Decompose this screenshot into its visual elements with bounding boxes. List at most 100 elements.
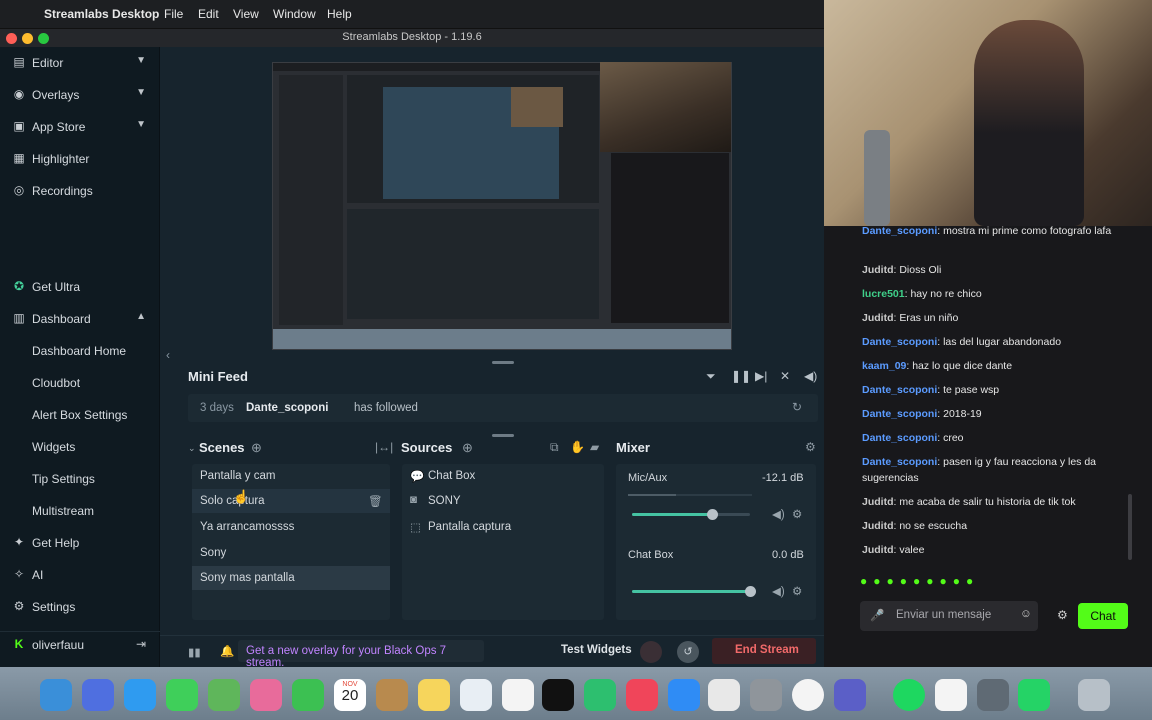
list-item[interactable]: Pantalla y cam	[192, 464, 390, 488]
scene-transition-icon[interactable]: |↔|	[375, 440, 393, 454]
chat-username[interactable]: Dante_scoponi	[862, 384, 937, 396]
add-scene-icon[interactable]: ⊕	[251, 440, 262, 456]
mic-icon[interactable]: 🎤	[870, 608, 884, 622]
chat-username[interactable]: Dante_scoponi	[862, 225, 937, 237]
sidebar-item-cloudbot[interactable]: Cloudbot	[0, 370, 160, 396]
emoji-icon[interactable]: ☺	[1020, 608, 1032, 620]
gear-icon[interactable]: ⚙	[792, 507, 802, 521]
teams-icon[interactable]	[834, 679, 866, 711]
resize-handle[interactable]	[492, 361, 514, 364]
messages-icon[interactable]	[166, 679, 198, 711]
maps-icon[interactable]	[208, 679, 240, 711]
repeat-icon[interactable]: ↻	[792, 400, 802, 414]
rec-button[interactable]	[640, 641, 662, 663]
add-source-icon[interactable]: ⊕	[462, 440, 473, 456]
list-item[interactable]: Sony	[192, 541, 390, 565]
reminders-icon[interactable]	[502, 679, 534, 711]
chat-input[interactable]: 🎤 Enviar un mensaje ☺	[860, 601, 1038, 631]
music-icon[interactable]	[626, 679, 658, 711]
list-item[interactable]: ⬚ Pantalla captura	[402, 515, 604, 539]
app-store-icon[interactable]	[668, 679, 700, 711]
emote-bar[interactable]: ●●●●●●●●●	[860, 574, 1080, 590]
sidebar-item-get-ultra[interactable]: ✪ Get Ultra	[0, 274, 160, 300]
sidebar-item-settings[interactable]: ⚙ Settings	[0, 594, 160, 620]
sidebar-item-multistream[interactable]: Multistream	[0, 498, 160, 524]
collapse-scenes-icon[interactable]: ⌄	[188, 443, 196, 454]
list-item[interactable]: ◙ SONY	[402, 489, 604, 513]
chat-username[interactable]: Dante_scoponi	[862, 408, 937, 420]
volume-slider[interactable]	[632, 586, 756, 597]
trash-icon[interactable]: 🗑	[368, 494, 383, 508]
chat-username[interactable]: Dante_scoponi	[862, 432, 937, 444]
volume-icon[interactable]: ◀)	[804, 369, 817, 383]
list-item[interactable]: Sony mas pantalla	[192, 566, 390, 590]
sidebar-item-editor[interactable]: ▤ Editor ▼	[0, 50, 160, 76]
chat-settings-icon[interactable]: ⚙	[1057, 608, 1068, 622]
folder-icon[interactable]: ▰	[590, 440, 599, 454]
skip-icon[interactable]: ▶|	[755, 369, 767, 383]
photos-icon[interactable]	[250, 679, 282, 711]
volume-slider[interactable]	[632, 509, 750, 520]
list-item[interactable]: Solo captura 🗑	[192, 489, 390, 513]
lock-icon[interactable]: ✋	[570, 440, 585, 454]
sidebar-item-dashboard-home[interactable]: Dashboard Home	[0, 338, 160, 364]
chrome-icon[interactable]	[792, 679, 824, 711]
speaker-icon[interactable]: ◀)	[772, 507, 785, 521]
filter-icon[interactable]: ⏷	[706, 369, 716, 384]
sidebar-user[interactable]: Koliverfauu ⇥	[0, 631, 160, 657]
pause-icon[interactable]: ❚❚	[731, 369, 751, 383]
sidebar-item-alert-box-settings[interactable]: Alert Box Settings	[0, 402, 160, 428]
launchpad-icon[interactable]	[82, 679, 114, 711]
spotify-icon[interactable]	[893, 679, 925, 711]
chat-username[interactable]: Juditd	[862, 544, 894, 556]
chat-send-button[interactable]: Chat	[1078, 603, 1128, 629]
contacts-icon[interactable]	[376, 679, 408, 711]
sidebar-item-highlighter[interactable]: ▦ Highlighter	[0, 146, 160, 172]
speaker-icon[interactable]: ◀)	[772, 584, 785, 598]
menu-help[interactable]: Help	[327, 7, 352, 21]
system-settings-icon[interactable]	[750, 679, 782, 711]
whatsapp-icon[interactable]	[1018, 679, 1050, 711]
freeform-icon[interactable]	[460, 679, 492, 711]
streamlabs-icon[interactable]	[584, 679, 616, 711]
menu-view[interactable]: View	[233, 7, 259, 21]
sidebar-item-app-store[interactable]: ▣ App Store ▼	[0, 114, 160, 140]
mute-notifications-icon[interactable]: ✕	[780, 369, 790, 383]
chat-scrollbar[interactable]	[1128, 494, 1132, 560]
safari-icon[interactable]	[124, 679, 156, 711]
calendar-icon[interactable]: NOV 20	[334, 679, 366, 711]
end-stream-button[interactable]: End Stream	[712, 638, 816, 664]
chat-username[interactable]: lucre501	[862, 288, 905, 300]
resize-handle[interactable]	[492, 434, 514, 437]
promo-banner[interactable]: Get a new overlay for your Black Ops 7 s…	[238, 640, 484, 669]
chat-username[interactable]: Juditd	[862, 312, 894, 324]
chat-username[interactable]: Juditd	[862, 520, 894, 532]
sidebar-item-tip-settings[interactable]: Tip Settings	[0, 466, 160, 492]
iphone-mirroring-icon[interactable]	[708, 679, 740, 711]
sidebar-item-widgets[interactable]: Widgets	[0, 434, 160, 460]
sidebar-item-ai[interactable]: ✧ AI	[0, 562, 160, 588]
menu-window[interactable]: Window	[273, 7, 316, 21]
list-item[interactable]: Ya arrancamossss	[192, 515, 390, 539]
performance-icon[interactable]: ▮▮	[188, 645, 201, 659]
chat-username[interactable]: kaam_09	[862, 360, 906, 372]
gear-icon[interactable]: ⚙	[792, 584, 802, 598]
apple-tv-icon[interactable]	[542, 679, 574, 711]
sidebar-item-overlays[interactable]: ◉ Overlays ▼	[0, 82, 160, 108]
list-item[interactable]: 💬 Chat Box	[402, 464, 604, 488]
sidebar-item-dashboard[interactable]: ▥ Dashboard ▲	[0, 306, 160, 332]
collapse-sidebar-icon[interactable]: ‹	[166, 348, 170, 362]
menu-file[interactable]: File	[164, 7, 183, 21]
logout-icon[interactable]: ⇥	[136, 637, 146, 651]
chat-username[interactable]: Dante_scoponi	[862, 456, 937, 468]
preview-icon[interactable]	[977, 679, 1009, 711]
trash-bin-icon[interactable]	[1078, 679, 1110, 711]
menu-edit[interactable]: Edit	[198, 7, 219, 21]
chat-username[interactable]: Juditd	[862, 496, 894, 508]
facetime-icon[interactable]	[292, 679, 324, 711]
chat-username[interactable]: Juditd	[862, 264, 894, 276]
mixer-settings-icon[interactable]: ⚙	[805, 440, 816, 454]
replay-buffer-icon[interactable]: ↺	[677, 641, 699, 663]
notes-icon[interactable]	[418, 679, 450, 711]
chat-username[interactable]: Dante_scoponi	[862, 336, 937, 348]
